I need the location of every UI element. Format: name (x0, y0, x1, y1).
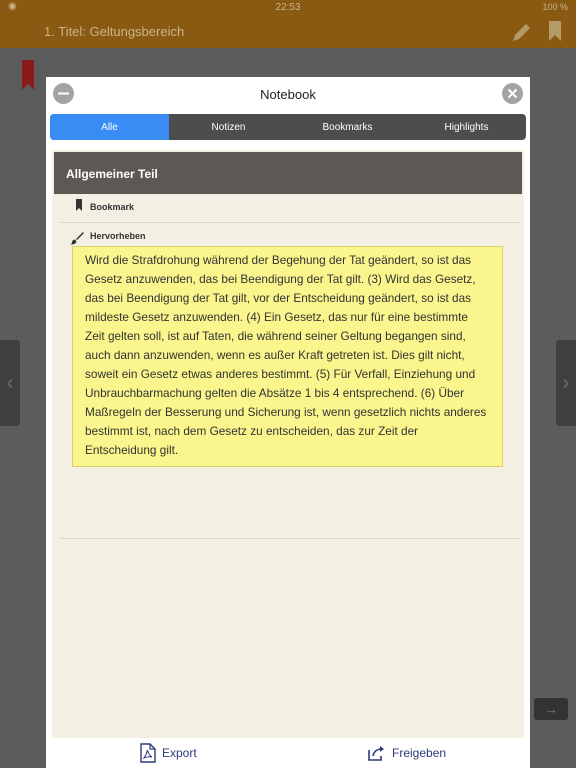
arrow-button[interactable]: → (534, 698, 568, 720)
app-top-bar: 1. Titel: Geltungsbereich (0, 16, 576, 48)
bookmark-label: Bookmark (90, 202, 135, 212)
share-label: Freigeben (392, 746, 447, 760)
next-page-button[interactable]: › (556, 340, 576, 426)
export-button[interactable]: Export (140, 738, 197, 768)
brush-icon (70, 232, 84, 245)
notebook-modal: Notebook Alle Notizen Bookmarks Highligh… (46, 77, 530, 768)
tab-alle[interactable]: Alle (50, 114, 169, 140)
close-icon (507, 88, 518, 99)
chevron-left-icon: ‹ (6, 371, 14, 394)
section-header[interactable]: Allgemeiner Teil (54, 152, 522, 194)
bookmark-icon (76, 199, 82, 211)
close-button[interactable] (502, 83, 523, 104)
share-icon (368, 746, 384, 761)
chapter-title: 1. Titel: Geltungsbereich (44, 24, 185, 39)
share-button[interactable]: Freigeben (366, 738, 446, 768)
section-title: Allgemeiner Teil (66, 167, 158, 181)
arrow-right-icon: → (544, 701, 558, 717)
modal-title: Notebook (260, 87, 316, 102)
export-label: Export (162, 746, 197, 760)
status-bar: ◉ 22:53 100 % (0, 0, 576, 16)
tab-bookmarks[interactable]: Bookmarks (288, 114, 407, 140)
bookmark-entry[interactable]: Bookmark (60, 196, 520, 223)
battery-indicator: 100 % (542, 2, 568, 12)
modal-footer: Export Freigeben (46, 738, 530, 768)
notebook-content: Allgemeiner Teil Bookmark Hervorheben Wi… (52, 150, 524, 738)
highlighted-text[interactable]: Wird die Strafdrohung während der Begehu… (72, 246, 503, 467)
bookmark-icon[interactable] (548, 21, 562, 41)
previous-page-button[interactable]: ‹ (0, 340, 20, 426)
bookmark-ribbon-icon (22, 60, 34, 90)
status-time: 22:53 (275, 2, 301, 13)
tab-highlights[interactable]: Highlights (407, 114, 526, 140)
notebook-tabs: Alle Notizen Bookmarks Highlights (50, 114, 526, 140)
chevron-right-icon: › (562, 371, 570, 394)
highlight-entry: Hervorheben Wird die Strafdrohung währen… (60, 226, 520, 539)
tab-notizen[interactable]: Notizen (169, 114, 288, 140)
highlight-label: Hervorheben (90, 231, 146, 241)
pencil-icon[interactable] (510, 20, 534, 44)
pdf-document-icon (140, 743, 156, 763)
modal-header: Notebook (46, 77, 530, 113)
